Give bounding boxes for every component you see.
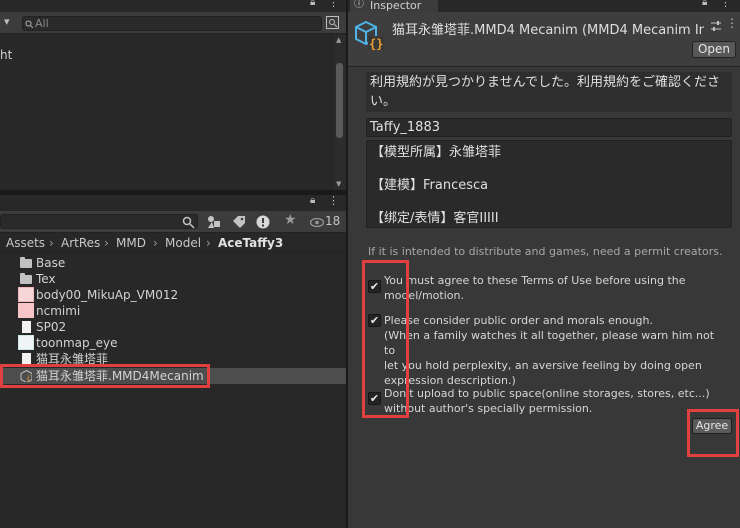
list-item-label: body00_MikuAp_VM012 <box>36 288 179 302</box>
search-icon <box>25 20 33 28</box>
model-name-field[interactable]: Taffy_1883 <box>366 118 732 137</box>
hierarchy-tab-bar: 🔒︎ ⋮ <box>0 0 346 12</box>
highlight-box <box>362 260 409 418</box>
folder-icon <box>20 273 32 284</box>
info-line: 【模型所属】永雏塔菲 <box>371 145 502 160</box>
hierarchy-item[interactable]: ht <box>0 48 12 62</box>
project-file-list: Base Tex body00_MikuAp_VM012 ncmimi SP02… <box>0 254 346 528</box>
more-options-icon[interactable]: ⋮ <box>726 16 738 30</box>
chevron-right-icon: › <box>153 236 158 250</box>
inspector-panel: ⓘ Inspector 🔒︎ ⋮ {} 猫耳永雏塔菲.MMD4 Mecanim … <box>348 0 740 528</box>
lock-icon[interactable]: 🔒︎ <box>702 0 707 8</box>
list-item[interactable]: body00_MikuAp_VM012 <box>0 287 346 303</box>
breadcrumb-item-assets[interactable]: Assets <box>6 233 45 253</box>
breadcrumb: Assets › ArtRes › MMD › Model › AceTaffy… <box>0 233 346 253</box>
project-toolbar: ★ 18 <box>0 211 346 233</box>
breadcrumb-item-mmd[interactable]: MMD <box>116 233 146 253</box>
tab-inspector[interactable]: ⓘ Inspector <box>350 0 438 12</box>
more-options-icon[interactable]: ⋮ <box>328 194 339 207</box>
scrollbar-thumb[interactable] <box>336 63 343 138</box>
scene-search-icon[interactable] <box>326 16 339 29</box>
texture-icon <box>18 303 34 318</box>
list-item-label: SP02 <box>36 320 67 334</box>
list-item-label: ncmimi <box>36 304 81 318</box>
scroll-down-icon[interactable]: ▼ <box>336 180 341 188</box>
left-panels: 🔒︎ ⋮ ▾ All ht ▲ ▼ 🔒︎ ⋮ ★ 18 Assets › Art… <box>0 0 346 528</box>
list-item[interactable]: ncmimi <box>0 303 346 319</box>
texture-icon <box>18 335 34 350</box>
search-by-type-icon[interactable] <box>206 214 222 229</box>
hierarchy-search-input[interactable]: All <box>22 16 322 31</box>
settings-sliders-icon[interactable] <box>710 20 722 32</box>
hierarchy-toolbar: ▾ All <box>0 12 346 34</box>
svg-text:{}: {} <box>369 37 383 51</box>
inspector-header: {} 猫耳永雏塔菲.MMD4 Mecanim (MMD4 Mecanim Im … <box>348 12 740 67</box>
list-item-label: toonmap_eye <box>36 336 118 350</box>
distribution-hint: If it is intended to distribute and game… <box>368 245 723 258</box>
breadcrumb-item-artres[interactable]: ArtRes <box>61 233 100 253</box>
favorite-star-icon[interactable]: ★ <box>284 212 297 228</box>
asset-title: 猫耳永雏塔菲.MMD4 Mecanim (MMD4 Mecanim Im <box>392 23 704 38</box>
chevron-right-icon: › <box>206 236 211 250</box>
asset-type-icon: {} <box>355 20 384 51</box>
info-line: 【绑定/表情】客官IIIII <box>371 211 499 226</box>
project-search-input[interactable] <box>0 214 198 229</box>
hierarchy-content: ht <box>0 35 334 190</box>
term-text: You must agree to these Terms of Use bef… <box>384 274 686 302</box>
info-icon: ⓘ <box>354 0 364 10</box>
list-item[interactable]: toonmap_eye <box>0 335 346 351</box>
list-item-label: Base <box>36 256 66 270</box>
search-placeholder: All <box>35 17 49 30</box>
list-item-label: Tex <box>36 272 56 286</box>
document-icon <box>22 321 31 333</box>
hidden-packages-count[interactable]: 18 <box>325 214 340 228</box>
dropdown-caret-icon[interactable]: ▾ <box>4 15 10 28</box>
search-by-type-icon[interactable] <box>182 216 195 229</box>
highlight-box <box>0 364 210 388</box>
more-options-icon[interactable]: ⋮ <box>328 0 339 9</box>
eye-icon[interactable] <box>310 218 324 227</box>
folder-icon <box>20 257 32 268</box>
project-tab-bar: 🔒︎ ⋮ <box>0 194 346 211</box>
tab-label: Inspector <box>370 0 422 12</box>
list-item[interactable]: Base <box>0 255 346 271</box>
info-line: 【建模】Francesca <box>371 178 489 193</box>
log-warning-icon[interactable] <box>256 215 270 229</box>
open-button[interactable]: Open <box>692 41 736 58</box>
term-text: Don't upload to public space(online stor… <box>384 387 710 415</box>
inspector-tab-bar: ⓘ Inspector 🔒︎ ⋮ <box>348 0 740 12</box>
chevron-right-icon: › <box>49 236 54 250</box>
search-by-label-icon[interactable] <box>232 215 246 228</box>
breadcrumb-item-current[interactable]: AceTaffy3 <box>218 233 283 253</box>
model-info-textarea[interactable]: 【模型所属】永雏塔菲 【建模】Francesca 【绑定/表情】客官IIIII <box>366 140 732 228</box>
terms-not-found-notice: 利用規約が見つかりませんでした。利用規約をご確認ください。 <box>366 72 732 112</box>
list-item[interactable]: SP02 <box>0 319 346 335</box>
texture-icon <box>18 287 34 302</box>
lock-icon[interactable]: 🔒︎ <box>310 0 315 8</box>
highlight-box <box>687 409 739 457</box>
list-item[interactable]: Tex <box>0 271 346 287</box>
more-options-icon[interactable]: ⋮ <box>720 0 731 9</box>
term-text: Please consider public order and morals … <box>384 314 715 387</box>
hierarchy-scrollbar[interactable]: ▲ ▼ <box>334 35 346 190</box>
lock-icon[interactable]: 🔒︎ <box>310 195 315 206</box>
breadcrumb-item-model[interactable]: Model <box>165 233 201 253</box>
chevron-right-icon: › <box>104 236 109 250</box>
scroll-up-icon[interactable]: ▲ <box>336 36 341 44</box>
